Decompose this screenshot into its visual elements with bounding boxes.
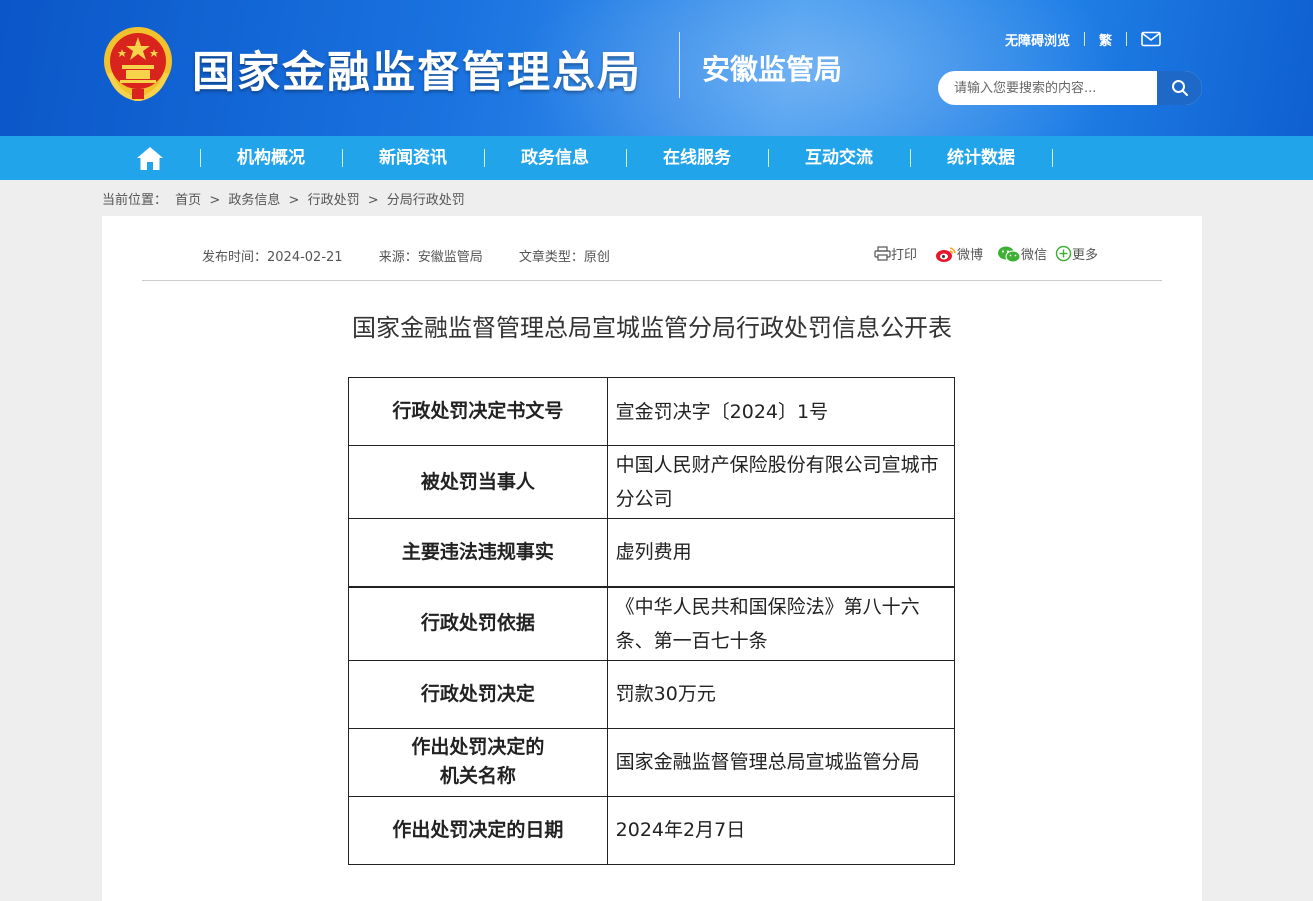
title-divider bbox=[679, 32, 680, 98]
table-row: 行政处罚依据 《中华人民共和国保险法》第八十六条、第一百七十条 bbox=[348, 586, 956, 661]
nav-separator bbox=[626, 149, 627, 167]
table-row: 作出处罚决定的日期 2024年2月7日 bbox=[348, 795, 956, 865]
breadcrumb-separator: > bbox=[288, 193, 300, 208]
meta-divider bbox=[142, 280, 1162, 281]
row-value-decision-number: 宣金罚决字〔2024〕1号 bbox=[606, 377, 956, 446]
nav-item-about[interactable]: 机构概况 bbox=[206, 136, 336, 180]
search-input[interactable] bbox=[938, 71, 1158, 105]
share-weibo-button[interactable]: 微博 bbox=[935, 244, 983, 263]
plus-circle-icon bbox=[1055, 245, 1072, 262]
more-label: 更多 bbox=[1072, 248, 1099, 263]
print-button[interactable]: 打印 bbox=[874, 244, 917, 263]
row-value-penalized-party: 中国人民财产保险股份有限公司宣城市分公司 bbox=[606, 445, 956, 519]
nav-separator bbox=[768, 149, 769, 167]
share-bar: 打印 微博 微信 更多 bbox=[874, 244, 1108, 263]
table-row: 行政处罚决定 罚款30万元 bbox=[348, 659, 956, 729]
printer-icon bbox=[874, 246, 891, 261]
nav-separator bbox=[1052, 149, 1053, 167]
accessibility-link[interactable]: 无障碍浏览 bbox=[1005, 30, 1070, 49]
print-label: 打印 bbox=[891, 248, 918, 263]
table-row: 被处罚当事人 中国人民财产保险股份有限公司宣城市分公司 bbox=[348, 445, 956, 519]
article-card: 发布时间：2024-02-21 来源：安徽监管局 文章类型：原创 打印 微博 微… bbox=[102, 216, 1202, 901]
traditional-chinese-link[interactable]: 繁 bbox=[1099, 30, 1112, 49]
share-more-button[interactable]: 更多 bbox=[1055, 244, 1098, 263]
row-label-decision-number: 行政处罚决定书文号 bbox=[348, 377, 608, 446]
row-label-penalty-decision: 行政处罚决定 bbox=[348, 659, 608, 729]
site-header: 国家金融监督管理总局 安徽监管局 无障碍浏览 繁 bbox=[0, 0, 1313, 136]
row-label-issuing-authority: 作出处罚决定的机关名称 bbox=[348, 727, 608, 797]
search-icon bbox=[1171, 80, 1188, 96]
penalty-info-table: 行政处罚决定书文号 宣金罚决字〔2024〕1号 被处罚当事人 中国人民财产保险股… bbox=[348, 377, 956, 865]
share-wechat-button[interactable]: 微信 bbox=[997, 244, 1047, 263]
row-value-issuing-authority: 国家金融监督管理总局宣城监管分局 bbox=[606, 727, 956, 797]
breadcrumb-separator: > bbox=[367, 193, 379, 208]
row-value-decision-date: 2024年2月7日 bbox=[606, 795, 956, 865]
table-row: 主要违法违规事实 虚列费用 bbox=[348, 518, 956, 588]
table-row: 作出处罚决定的机关名称 国家金融监督管理总局宣城监管分局 bbox=[348, 727, 956, 797]
article-source: 来源：安徽监管局 bbox=[378, 250, 483, 265]
breadcrumb: 当前位置： 首页 > 政务信息 > 行政处罚 > 分局行政处罚 bbox=[102, 189, 469, 208]
publish-time: 发布时间：2024-02-21 bbox=[202, 250, 343, 265]
nav-item-online-services[interactable]: 在线服务 bbox=[632, 136, 762, 180]
breadcrumb-item-home[interactable]: 首页 bbox=[175, 193, 201, 208]
site-title[interactable]: 国家金融监督管理总局 bbox=[192, 38, 642, 100]
wechat-label: 微信 bbox=[1021, 248, 1048, 263]
nav-item-government-info[interactable]: 政务信息 bbox=[490, 136, 620, 180]
link-separator bbox=[1126, 32, 1128, 46]
nav-separator bbox=[200, 149, 201, 167]
national-emblem-icon[interactable] bbox=[102, 25, 174, 101]
row-label-penalized-party: 被处罚当事人 bbox=[348, 445, 608, 519]
search-box bbox=[938, 71, 1202, 105]
table-row: 行政处罚决定书文号 宣金罚决字〔2024〕1号 bbox=[348, 377, 956, 446]
weibo-icon bbox=[936, 246, 956, 262]
row-label-violation-facts: 主要违法违规事实 bbox=[348, 518, 608, 588]
mail-icon[interactable] bbox=[1141, 31, 1161, 47]
home-icon[interactable] bbox=[135, 144, 165, 172]
breadcrumb-item-government-info[interactable]: 政务信息 bbox=[228, 193, 280, 208]
article-type: 文章类型：原创 bbox=[518, 250, 610, 265]
breadcrumb-prefix: 当前位置： bbox=[102, 193, 168, 208]
nav-separator bbox=[910, 149, 911, 167]
row-label-decision-date: 作出处罚决定的日期 bbox=[348, 795, 608, 865]
row-value-penalty-decision: 罚款30万元 bbox=[606, 659, 956, 729]
row-label-penalty-basis: 行政处罚依据 bbox=[348, 586, 608, 661]
breadcrumb-item-branch-penalty[interactable]: 分局行政处罚 bbox=[387, 193, 465, 208]
wechat-icon bbox=[998, 246, 1021, 262]
nav-separator bbox=[342, 149, 343, 167]
top-links: 无障碍浏览 繁 bbox=[1005, 30, 1161, 49]
nav-item-interaction[interactable]: 互动交流 bbox=[774, 136, 904, 180]
article-title: 国家金融监督管理总局宣城监管分局行政处罚信息公开表 bbox=[352, 314, 952, 342]
search-button[interactable] bbox=[1157, 71, 1202, 105]
nav-item-news[interactable]: 新闻资讯 bbox=[348, 136, 478, 180]
row-value-violation-facts: 虚列费用 bbox=[606, 518, 956, 588]
breadcrumb-separator: > bbox=[209, 193, 221, 208]
breadcrumb-item-penalty[interactable]: 行政处罚 bbox=[308, 193, 360, 208]
link-separator bbox=[1084, 32, 1086, 46]
row-value-penalty-basis: 《中华人民共和国保险法》第八十六条、第一百七十条 bbox=[606, 586, 956, 661]
article-meta: 发布时间：2024-02-21 来源：安徽监管局 文章类型：原创 bbox=[202, 246, 642, 265]
main-nav: 机构概况 新闻资讯 政务信息 在线服务 互动交流 统计数据 bbox=[0, 136, 1313, 180]
branch-name[interactable]: 安徽监管局 bbox=[702, 48, 842, 88]
weibo-label: 微博 bbox=[957, 248, 984, 263]
nav-separator bbox=[484, 149, 485, 167]
nav-item-statistics[interactable]: 统计数据 bbox=[916, 136, 1046, 180]
